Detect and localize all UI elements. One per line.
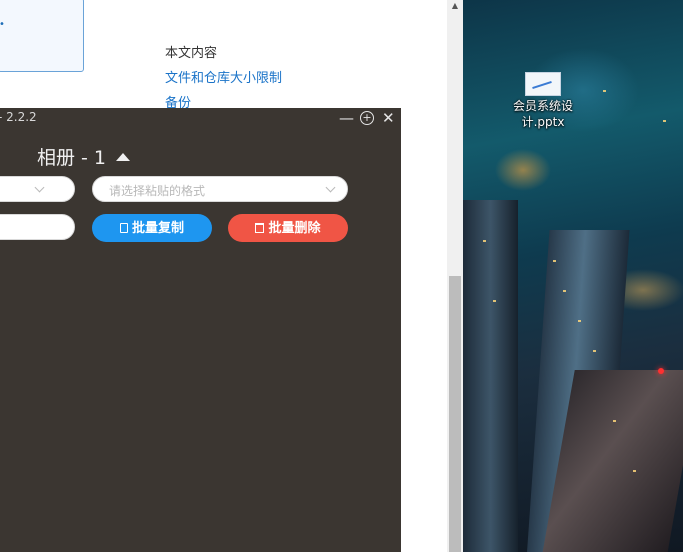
album-selector[interactable]: 相册 - 1 <box>37 143 131 170</box>
app-version: - 2.2.2 <box>0 110 37 124</box>
wallpaper-light <box>633 470 636 472</box>
minimize-icon[interactable]: — <box>339 109 354 127</box>
wallpaper-light <box>658 368 664 374</box>
trash-icon <box>255 223 265 233</box>
wallpaper-light <box>493 300 496 302</box>
app-window: - 2.2.2 — + ✕ 相册 - 1 请选择粘贴的格式 批量复制 批量删除 <box>0 108 401 552</box>
chevron-down-icon <box>34 182 45 193</box>
wallpaper-light <box>578 320 581 322</box>
scroll-up-arrow-icon[interactable]: ▲ <box>447 0 463 12</box>
batch-copy-button[interactable]: 批量复制 <box>92 214 212 242</box>
wallpaper-light <box>663 120 666 122</box>
wallpaper-light <box>603 90 606 92</box>
source-select[interactable] <box>0 176 75 202</box>
toc-title: 本文内容 <box>165 46 218 61</box>
info-box-marker: • <box>0 19 5 30</box>
desktop-file-icon-pptx[interactable]: 会员系统设 计.pptx <box>503 72 583 130</box>
fullscreen-icon[interactable]: + <box>360 111 374 125</box>
scrollbar-thumb[interactable] <box>449 276 461 552</box>
info-box: • <box>0 0 84 72</box>
album-title: 相册 - 1 <box>37 147 107 169</box>
text-input[interactable] <box>0 214 75 240</box>
table-of-contents: 本文内容 文件和仓库大小限制 备份 <box>165 41 282 116</box>
wallpaper-light <box>483 240 486 242</box>
wallpaper-light <box>563 290 566 292</box>
toc-link-size-limits[interactable]: 文件和仓库大小限制 <box>165 66 282 91</box>
pptx-file-icon <box>525 72 561 96</box>
desktop-file-label: 会员系统设 计.pptx <box>512 99 573 129</box>
wallpaper-light <box>593 350 596 352</box>
paste-format-select[interactable]: 请选择粘贴的格式 <box>92 176 348 202</box>
desktop-wallpaper: 会员系统设 计.pptx <box>463 0 683 552</box>
vertical-scrollbar[interactable]: ▲ <box>447 0 463 552</box>
title-bar[interactable]: - 2.2.2 — + ✕ <box>0 108 401 129</box>
triangle-up-icon <box>116 152 131 161</box>
paste-format-placeholder: 请选择粘贴的格式 <box>109 184 206 198</box>
chevron-down-icon <box>325 182 336 193</box>
wallpaper-building <box>463 200 518 552</box>
close-icon[interactable]: ✕ <box>382 109 395 127</box>
document-icon <box>119 223 128 233</box>
wallpaper-light <box>613 420 616 422</box>
batch-delete-button[interactable]: 批量删除 <box>228 214 348 242</box>
wallpaper-light <box>553 260 556 262</box>
